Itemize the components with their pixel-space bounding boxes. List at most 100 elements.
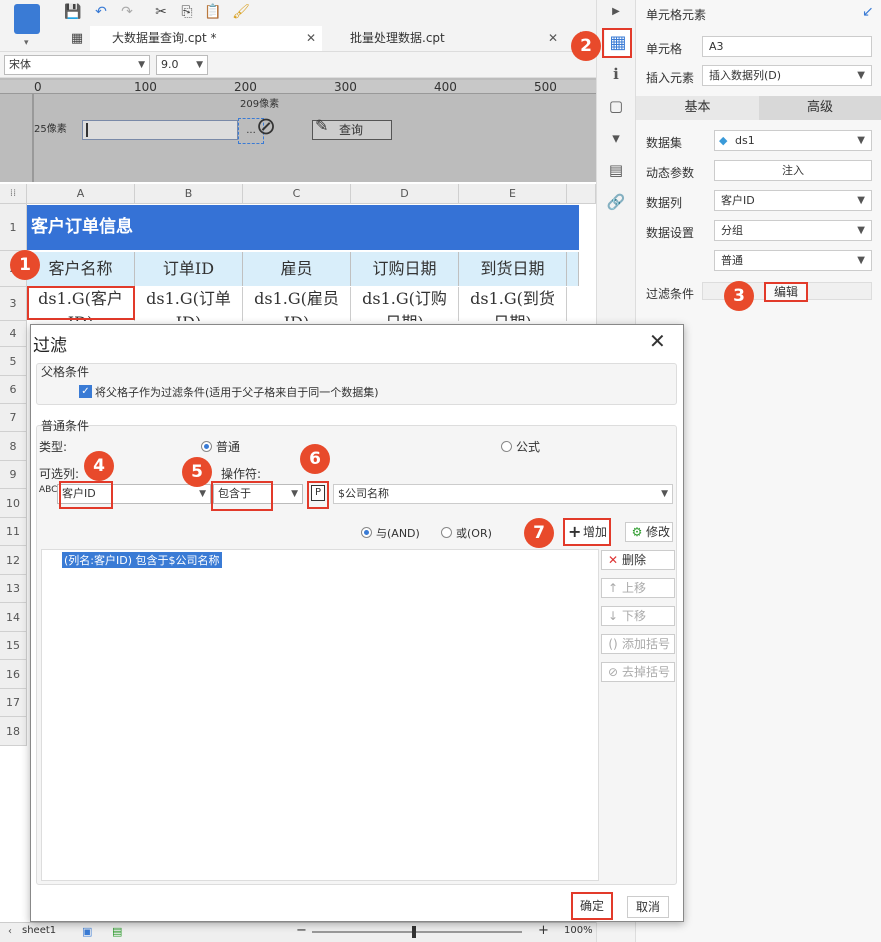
add-button[interactable]: + 增加 bbox=[563, 518, 611, 546]
select-all[interactable]: ⁞⁞ bbox=[0, 184, 27, 204]
modify-button[interactable]: ⚙ 修改 bbox=[625, 522, 673, 542]
setting-select-2[interactable]: 普通 ▼ bbox=[714, 250, 872, 271]
add-sheet-icon[interactable]: ▣ bbox=[82, 925, 92, 938]
type-formula-radio[interactable]: 公式 bbox=[501, 438, 540, 455]
scroll-left-icon[interactable]: ‹ bbox=[8, 926, 12, 937]
column-label: 可选列: bbox=[39, 467, 80, 481]
row-header[interactable]: 14 bbox=[0, 603, 27, 632]
header-cell[interactable]: 订单ID bbox=[135, 252, 243, 286]
column-header[interactable]: C bbox=[243, 184, 351, 204]
cell-field[interactable]: A3 bbox=[702, 36, 872, 57]
query-button[interactable]: ✎ 查询 bbox=[312, 117, 392, 140]
zoom-thumb[interactable] bbox=[412, 926, 416, 938]
row-header[interactable]: 9 bbox=[0, 461, 27, 489]
and-radio[interactable]: 与(AND) bbox=[361, 525, 420, 541]
data-cell[interactable]: ds1.G(到货日期) bbox=[459, 287, 567, 321]
type-label: 类型: bbox=[39, 440, 68, 454]
header-cell[interactable]: 雇员 bbox=[243, 252, 351, 286]
column-header[interactable]: A bbox=[27, 184, 135, 204]
row-header[interactable]: 15 bbox=[0, 632, 27, 660]
sheet-tab[interactable]: sheet1 bbox=[22, 925, 56, 936]
row-header[interactable]: 4 bbox=[0, 321, 27, 347]
cut-icon[interactable]: ✂ bbox=[152, 3, 170, 21]
grid-icon[interactable]: ▦ bbox=[68, 30, 86, 48]
setting-select[interactable]: 分组 ▼ bbox=[714, 220, 872, 241]
row-header[interactable]: 3 bbox=[0, 287, 27, 321]
add-report-icon[interactable]: ▤ bbox=[112, 925, 122, 938]
ok-button[interactable]: 确定 bbox=[571, 892, 613, 920]
save-icon[interactable]: 💾 bbox=[64, 3, 82, 21]
row-header[interactable]: 7 bbox=[0, 404, 27, 432]
link-icon[interactable]: 🔗 bbox=[606, 192, 626, 212]
copy-icon[interactable]: ⎘ bbox=[178, 3, 196, 21]
tab-report-2[interactable]: 批量处理数据.cpt ✕ bbox=[328, 26, 564, 51]
inject-button[interactable]: 注入 bbox=[714, 160, 872, 181]
row-header[interactable]: 17 bbox=[0, 689, 27, 717]
condition-item[interactable]: (列名:客户ID) 包含于$公司名称 bbox=[62, 552, 222, 568]
add-paren-button[interactable]: () 添加括号 bbox=[601, 634, 675, 654]
template-icon[interactable] bbox=[14, 4, 40, 34]
insert-select[interactable]: 插入数据列(D) ▼ bbox=[702, 65, 872, 86]
row-header[interactable]: 16 bbox=[0, 660, 27, 689]
redo-icon[interactable]: ↷ bbox=[118, 3, 136, 21]
move-down-button[interactable]: ↓ 下移 bbox=[601, 606, 675, 626]
param-widget[interactable] bbox=[82, 120, 238, 140]
close-icon[interactable]: ✕ bbox=[649, 329, 666, 353]
panel-title: 单元格元素 bbox=[646, 8, 707, 22]
condition-icon[interactable]: ▤ bbox=[606, 160, 626, 180]
zoom-slider[interactable] bbox=[312, 931, 522, 933]
header-cell[interactable]: 客户名称 bbox=[27, 252, 135, 286]
data-cell[interactable]: ds1.G(订购日期) bbox=[351, 287, 459, 321]
or-radio[interactable]: 或(OR) bbox=[441, 525, 492, 541]
paste-icon[interactable]: 📋 bbox=[204, 3, 222, 21]
edit-filter-button[interactable]: 编辑 bbox=[764, 282, 808, 302]
header-cell[interactable]: 订购日期 bbox=[351, 252, 459, 286]
chevron-down-icon[interactable]: ▾ bbox=[24, 38, 29, 48]
data-cell[interactable]: ds1.G(雇员ID) bbox=[243, 287, 351, 321]
collapse-arrow-icon[interactable]: ↙ bbox=[862, 4, 874, 20]
tab-advanced[interactable]: 高级 bbox=[759, 96, 881, 120]
cell-attribute-icon[interactable]: ℹ bbox=[606, 64, 626, 84]
move-up-button[interactable]: ↑ 上移 bbox=[601, 578, 675, 598]
undo-icon[interactable]: ↶ bbox=[92, 3, 110, 21]
type-normal-radio[interactable]: 普通 bbox=[201, 438, 240, 455]
parent-checkbox[interactable]: ✓ bbox=[79, 385, 92, 398]
column-header[interactable]: E bbox=[459, 184, 567, 204]
format-brush-icon[interactable]: 🖌 bbox=[232, 3, 250, 21]
font-size-select[interactable]: 9.0 ▼ bbox=[156, 55, 208, 75]
zoom-in-icon[interactable]: + bbox=[538, 923, 549, 938]
row-header[interactable]: 11 bbox=[0, 518, 27, 546]
value-select[interactable]: $公司名称 ▼ bbox=[333, 484, 673, 504]
header-cell[interactable] bbox=[567, 252, 579, 286]
frame-icon[interactable]: ▢ bbox=[606, 96, 626, 116]
row-header[interactable]: 18 bbox=[0, 717, 27, 746]
row-header[interactable]: 5 bbox=[0, 347, 27, 376]
report-title-cell[interactable]: 客户订单信息 bbox=[27, 205, 579, 250]
header-cell[interactable]: 到货日期 bbox=[459, 252, 567, 286]
expand-icon[interactable]: ▶ bbox=[606, 2, 626, 22]
close-icon[interactable]: ✕ bbox=[306, 26, 316, 51]
row-header[interactable]: 1 bbox=[0, 204, 27, 251]
zoom-out-icon[interactable]: − bbox=[296, 923, 307, 938]
column-header[interactable]: B bbox=[135, 184, 243, 204]
row-header[interactable]: 6 bbox=[0, 376, 27, 404]
tab-report-1[interactable]: 大数据量查询.cpt * ✕ bbox=[90, 26, 322, 51]
row-header[interactable]: 13 bbox=[0, 575, 27, 603]
remove-paren-button[interactable]: ⊘ 去掉括号 bbox=[601, 662, 675, 682]
widget-icon[interactable]: ▾ bbox=[606, 128, 626, 148]
delete-button[interactable]: ✕ 删除 bbox=[601, 550, 675, 570]
row-header[interactable]: 10 bbox=[0, 489, 27, 518]
column-select[interactable]: 客户ID ▼ bbox=[714, 190, 872, 211]
font-select[interactable]: 宋体 ▼ bbox=[4, 55, 150, 75]
cancel-button[interactable]: 取消 bbox=[627, 896, 669, 918]
dataset-select[interactable]: ◆ ds1 ▼ bbox=[714, 130, 872, 151]
tab-basic[interactable]: 基本 bbox=[636, 96, 759, 120]
column-header[interactable]: D bbox=[351, 184, 459, 204]
close-icon[interactable]: ✕ bbox=[548, 26, 558, 51]
column-header[interactable] bbox=[567, 184, 596, 204]
data-cell[interactable]: ds1.G(订单ID) bbox=[135, 287, 243, 321]
row-header[interactable]: 8 bbox=[0, 432, 27, 461]
dataset-label: 数据集 bbox=[646, 136, 683, 150]
row-header[interactable]: 12 bbox=[0, 546, 27, 575]
condition-list[interactable]: (列名:客户ID) 包含于$公司名称 bbox=[41, 549, 599, 881]
